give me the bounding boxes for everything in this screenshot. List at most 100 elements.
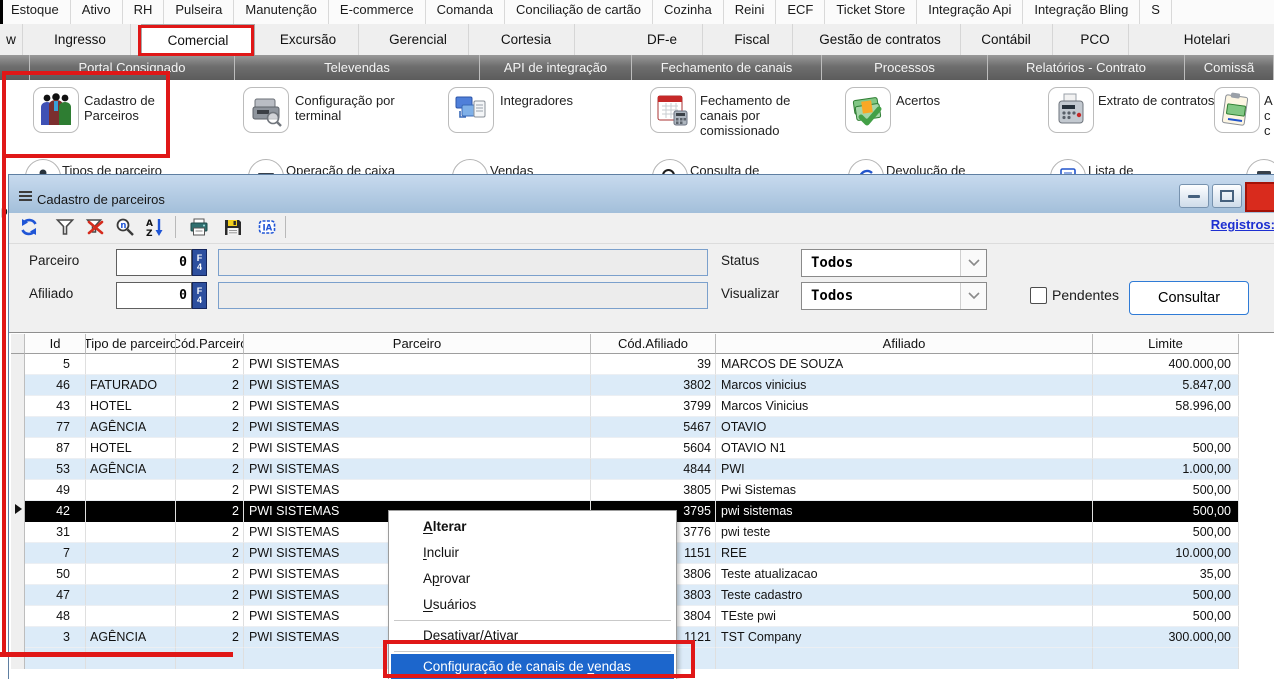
table-row[interactable]: 300.000,00 [1093, 627, 1239, 648]
close-button[interactable] [1245, 182, 1274, 212]
table-row[interactable] [86, 585, 176, 606]
table-row[interactable] [11, 459, 25, 480]
table-row[interactable]: 87 [25, 438, 86, 459]
table-row[interactable] [11, 627, 25, 648]
menubar-item-concilia-o-de-cart-o[interactable]: Conciliação de cartão [505, 0, 653, 25]
menubar-item-s[interactable]: S [1140, 0, 1172, 25]
tab-cont-bil[interactable]: Contábil [960, 24, 1053, 55]
table-row[interactable]: 2 [176, 501, 244, 522]
table-row[interactable]: AGÊNCIA [86, 417, 176, 438]
table-row[interactable]: PWI SISTEMAS [244, 480, 591, 501]
table-row[interactable]: 1.000,00 [1093, 459, 1239, 480]
column-header-tipo[interactable]: Tipo de parceiro [86, 334, 176, 354]
tab-fiscal[interactable]: Fiscal [712, 24, 793, 55]
table-row[interactable] [11, 585, 25, 606]
table-row[interactable] [11, 417, 25, 438]
menubar-item-rh[interactable]: RH [123, 0, 165, 25]
table-row[interactable] [86, 354, 176, 375]
table-row[interactable] [11, 501, 25, 522]
table-row[interactable]: AGÊNCIA [86, 627, 176, 648]
chevron-down-icon[interactable] [960, 250, 986, 276]
tab-excurs-o[interactable]: Excursão [258, 24, 359, 55]
afiliado-f4-button[interactable]: F4 [192, 282, 207, 309]
table-row[interactable]: 2 [176, 543, 244, 564]
table-row[interactable]: OTAVIO [716, 417, 1093, 438]
table-row[interactable] [11, 375, 25, 396]
table-row[interactable]: PWI SISTEMAS [244, 417, 591, 438]
table-row[interactable]: 3805 [591, 480, 716, 501]
table-row[interactable] [86, 501, 176, 522]
menubar-item-ecf[interactable]: ECF [776, 0, 825, 25]
window-titlebar[interactable]: Cadastro de parceiros [9, 175, 1274, 214]
table-row[interactable]: 5604 [591, 438, 716, 459]
menubar-item-integra-o-api[interactable]: Integração Api [917, 0, 1023, 25]
menubar-item-e-commerce[interactable]: E-commerce [329, 0, 426, 25]
table-row[interactable]: 49 [25, 480, 86, 501]
chevron-down-icon[interactable] [960, 283, 986, 309]
table-row[interactable] [86, 606, 176, 627]
status-dropdown[interactable]: Todos [801, 249, 987, 277]
table-row[interactable]: 42 [25, 501, 86, 522]
table-row[interactable]: 77 [25, 417, 86, 438]
menu-item-usu-rios[interactable]: Usuários [391, 592, 674, 618]
table-row[interactable]: 2 [176, 606, 244, 627]
table-row[interactable] [86, 564, 176, 585]
menu-item-incluir[interactable]: Incluir [391, 540, 674, 566]
band-segment-api-de-integra-o[interactable]: API de integração [480, 55, 632, 80]
table-row[interactable]: HOTEL [86, 438, 176, 459]
table-row[interactable]: 3799 [591, 396, 716, 417]
table-row[interactable]: 2 [176, 417, 244, 438]
table-row[interactable]: Marcos vinicius [716, 375, 1093, 396]
column-header-afiliado[interactable]: Afiliado [716, 334, 1093, 354]
table-row[interactable]: 500,00 [1093, 585, 1239, 606]
table-row[interactable]: 35,00 [1093, 564, 1239, 585]
pendentes-checkbox[interactable] [1030, 287, 1047, 304]
table-row[interactable] [11, 480, 25, 501]
table-row[interactable]: 2 [176, 396, 244, 417]
column-header-indicator[interactable] [11, 334, 25, 354]
toolbar-refresh-icon[interactable] [19, 217, 39, 237]
table-row[interactable]: 5467 [591, 417, 716, 438]
table-row[interactable] [86, 543, 176, 564]
table-row[interactable]: 5 [25, 354, 86, 375]
registros-link[interactable]: Registros: [1211, 217, 1274, 232]
table-row[interactable] [11, 522, 25, 543]
table-row[interactable]: PWI SISTEMAS [244, 396, 591, 417]
menubar-item-ticket-store[interactable]: Ticket Store [825, 0, 917, 25]
table-row[interactable]: 500,00 [1093, 522, 1239, 543]
menubar-item-cozinha[interactable]: Cozinha [653, 0, 724, 25]
menubar-item-comanda[interactable]: Comanda [426, 0, 505, 25]
table-row[interactable]: PWI SISTEMAS [244, 354, 591, 375]
table-row[interactable]: AGÊNCIA [86, 459, 176, 480]
table-row[interactable]: OTAVIO N1 [716, 438, 1093, 459]
table-row[interactable]: 10.000,00 [1093, 543, 1239, 564]
table-row[interactable] [1093, 417, 1239, 438]
toolbar-ia-icon[interactable]: IA [257, 217, 277, 237]
menu-item-aprovar[interactable]: Aprovar [391, 566, 674, 592]
table-row[interactable]: 50 [25, 564, 86, 585]
table-row[interactable]: 43 [25, 396, 86, 417]
table-row[interactable]: 2 [176, 375, 244, 396]
minimize-button[interactable] [1179, 184, 1209, 208]
table-row[interactable]: 53 [25, 459, 86, 480]
table-row[interactable]: 5.847,00 [1093, 375, 1239, 396]
table-row[interactable]: 500,00 [1093, 438, 1239, 459]
toolbar-clear-filter-icon[interactable] [85, 217, 105, 237]
table-row[interactable]: PWI [716, 459, 1093, 480]
table-row[interactable] [11, 543, 25, 564]
table-row[interactable]: 2 [176, 354, 244, 375]
band-segment-televendas[interactable]: Televendas [235, 55, 480, 80]
table-row[interactable] [11, 606, 25, 627]
table-row[interactable]: Marcos Vinicius [716, 396, 1093, 417]
toolbar-sort-az-icon[interactable]: AZ [145, 217, 165, 237]
menubar-item-pulseira[interactable]: Pulseira [164, 0, 234, 25]
table-row[interactable]: 500,00 [1093, 606, 1239, 627]
table-row[interactable]: MARCOS DE SOUZA [716, 354, 1093, 375]
table-row[interactable]: 400.000,00 [1093, 354, 1239, 375]
table-row[interactable]: 47 [25, 585, 86, 606]
table-row[interactable]: 2 [176, 438, 244, 459]
menubar-item-ativo[interactable]: Ativo [71, 0, 123, 25]
column-header-limite[interactable]: Limite [1093, 334, 1239, 354]
table-row[interactable]: 48 [25, 606, 86, 627]
tab-w[interactable]: w [0, 24, 23, 55]
